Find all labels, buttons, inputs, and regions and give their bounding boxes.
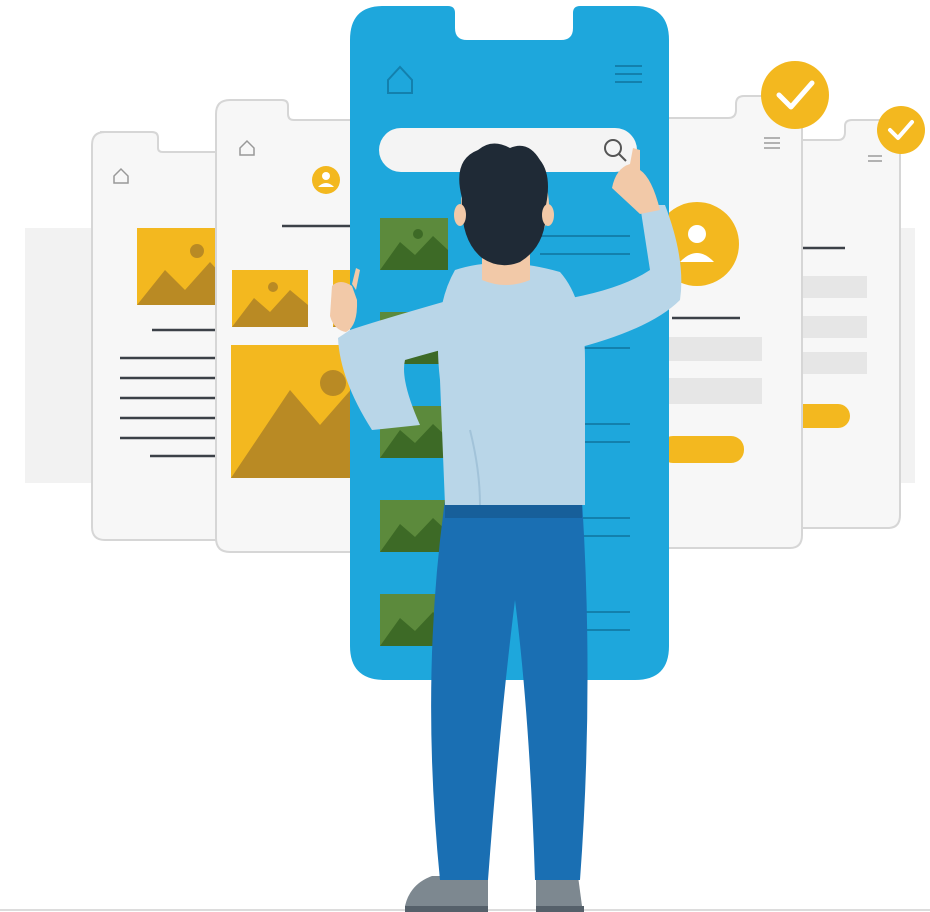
image-placeholder — [232, 270, 308, 327]
submit-button — [660, 436, 744, 463]
image-placeholder — [231, 345, 355, 478]
form-field — [800, 276, 867, 298]
form-field — [660, 378, 762, 404]
user-icon — [312, 166, 340, 194]
app-illustration — [0, 6, 930, 912]
illustration-stage — [0, 0, 930, 912]
form-field — [800, 316, 867, 338]
shoes — [405, 876, 584, 912]
hair — [459, 143, 548, 266]
form-field — [660, 337, 762, 361]
image-placeholder — [137, 228, 222, 305]
right-screen — [649, 95, 803, 549]
shirt — [437, 262, 585, 505]
check-badge-icon — [761, 61, 829, 129]
jeans — [431, 500, 588, 880]
form-field — [800, 352, 867, 374]
far-right-screen — [789, 119, 901, 529]
check-badge-icon — [877, 106, 925, 154]
